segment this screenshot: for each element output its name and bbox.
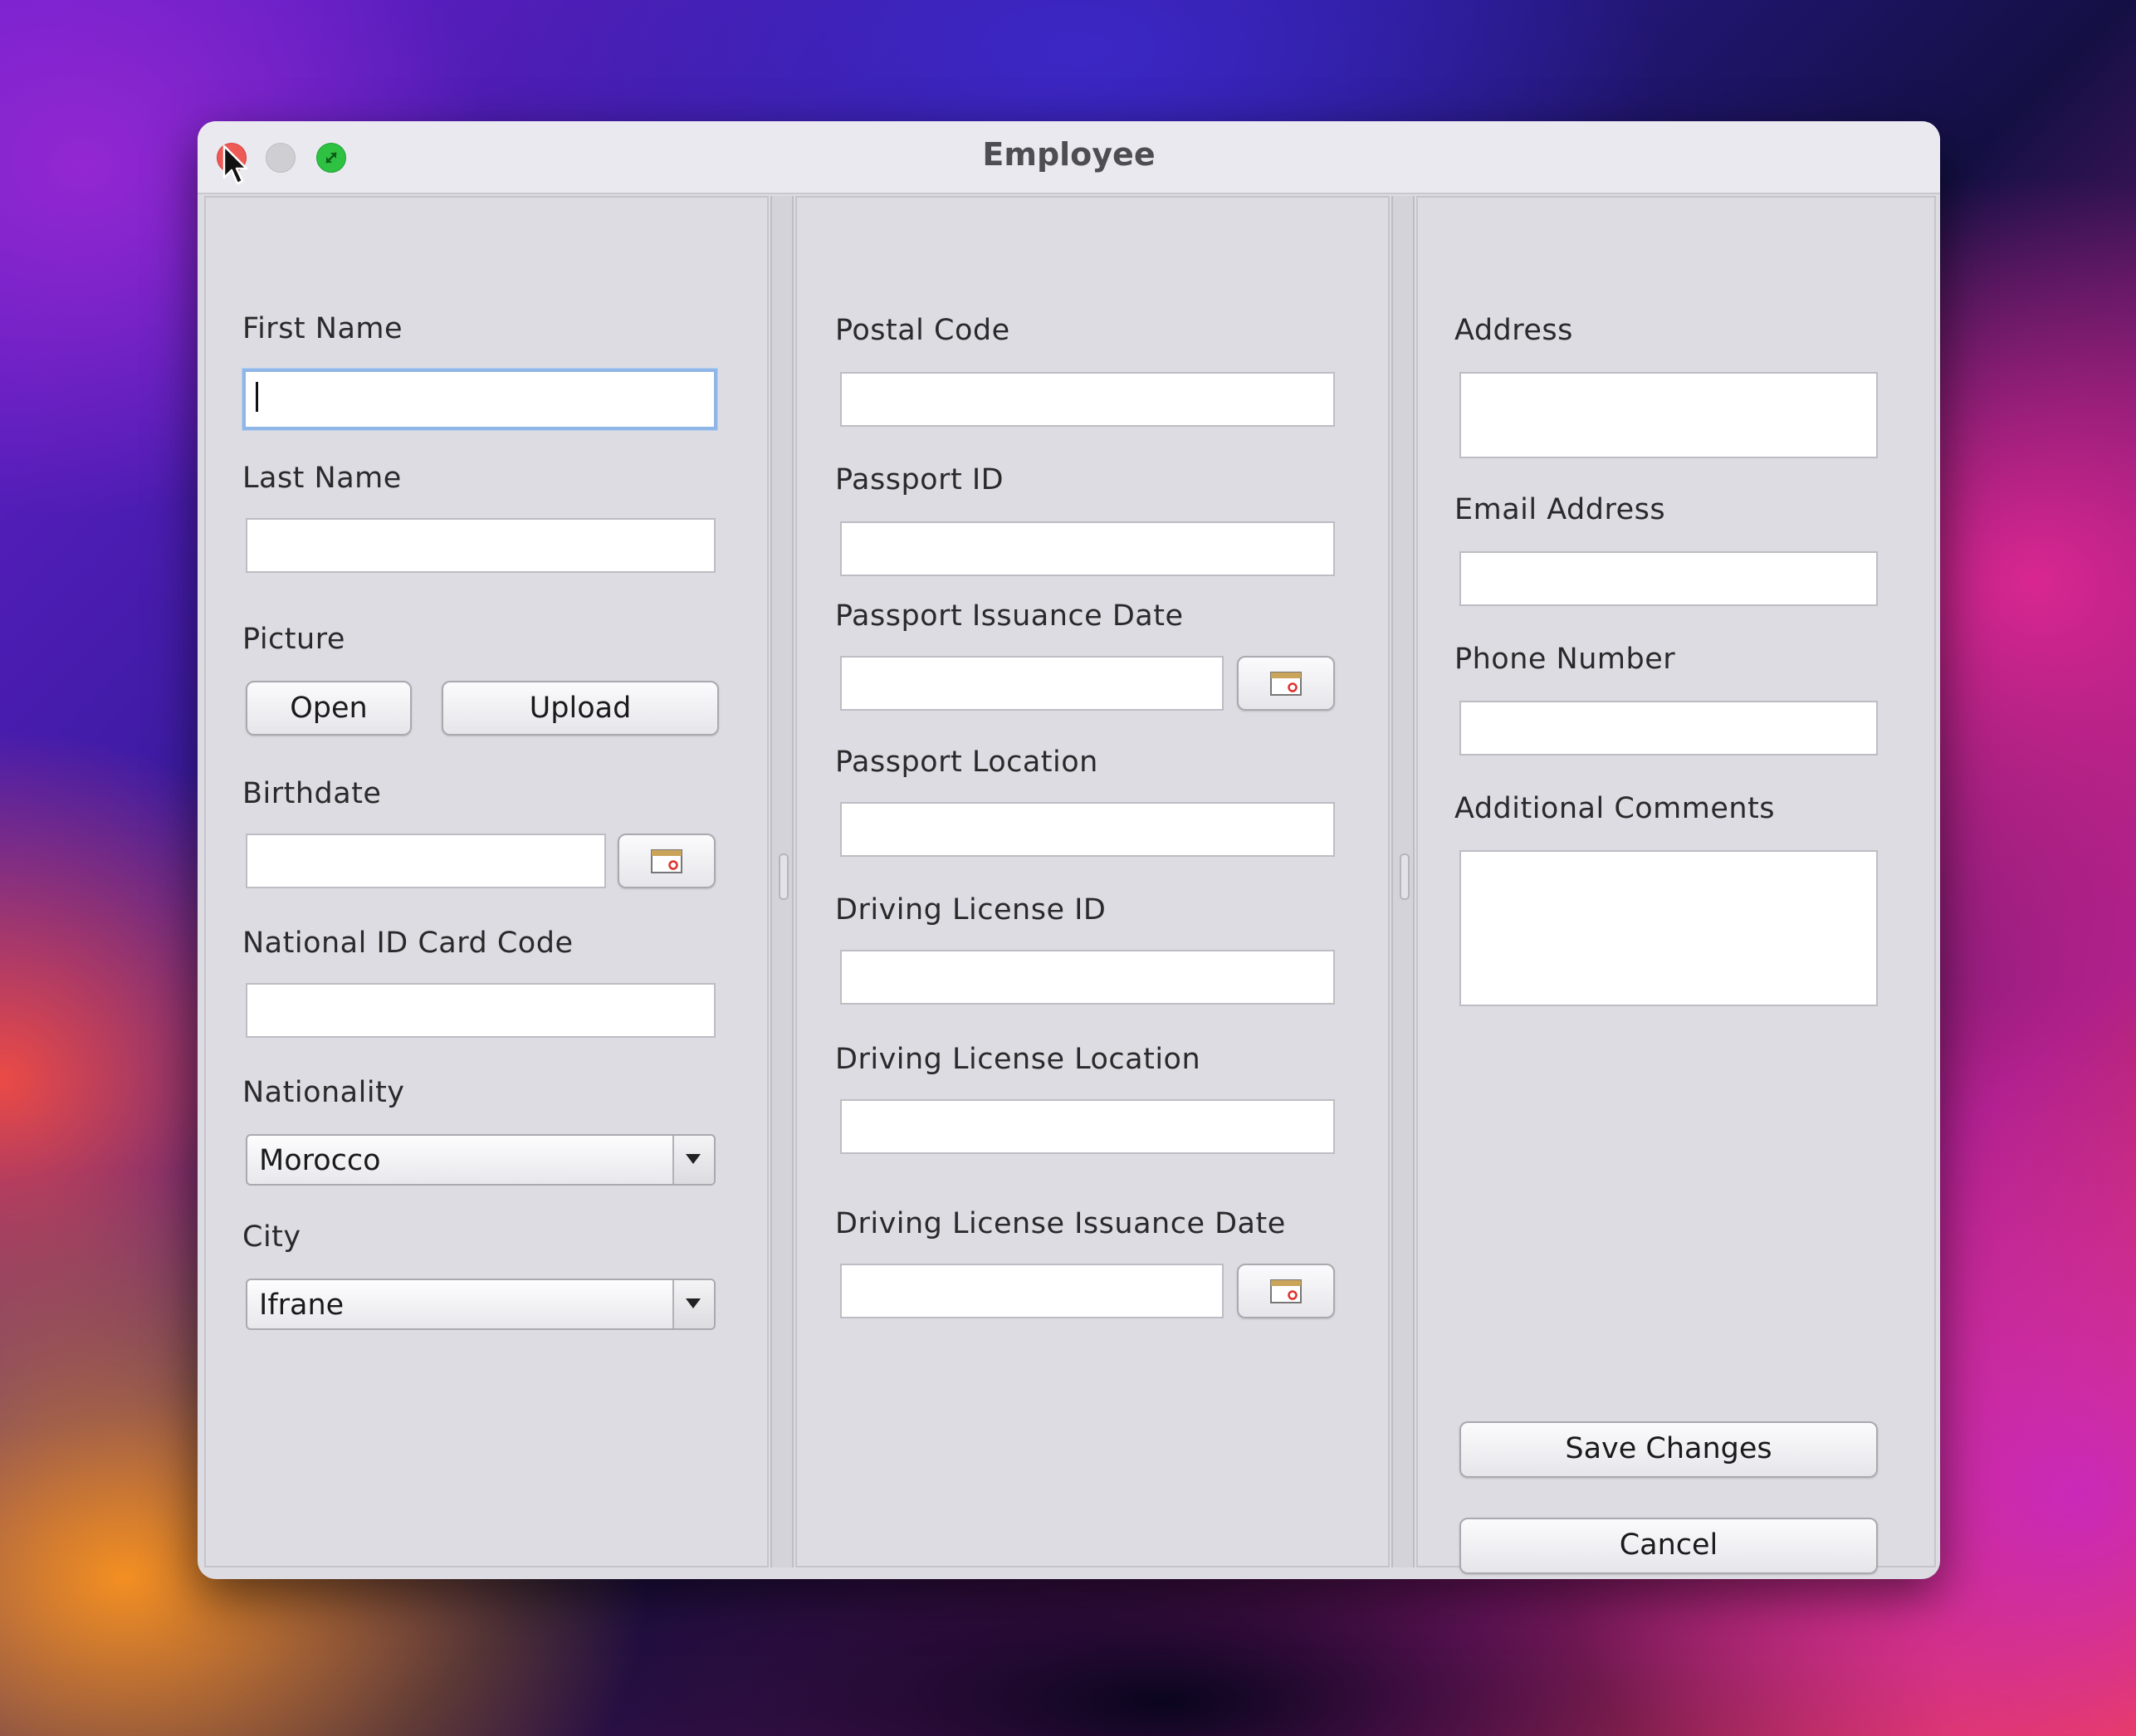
window-title: Employee	[982, 136, 1156, 173]
passport-issuance-date-label: Passport Issuance Date	[835, 599, 1184, 633]
national-id-label: National ID Card Code	[242, 927, 574, 960]
city-dropdown-arrow[interactable]	[672, 1280, 714, 1328]
driving-license-issuance-date-label: Driving License Issuance Date	[835, 1207, 1286, 1240]
cancel-button[interactable]: Cancel	[1459, 1518, 1878, 1574]
driving-license-issuance-date-field[interactable]	[840, 1264, 1224, 1318]
documents-panel: Postal Code Passport ID Passport Issuanc…	[795, 196, 1390, 1567]
mouse-cursor-icon	[222, 144, 248, 185]
postal-code-field[interactable]	[840, 372, 1335, 427]
driving-license-id-label: Driving License ID	[835, 893, 1107, 927]
nationality-label: Nationality	[242, 1076, 405, 1109]
nationality-dropdown-arrow[interactable]	[672, 1136, 714, 1184]
text-caret	[256, 382, 258, 412]
calendar-icon	[651, 849, 682, 873]
passport-issuance-date-field[interactable]	[840, 656, 1224, 711]
birthdate-label: Birthdate	[242, 777, 382, 810]
passport-id-field[interactable]	[840, 521, 1335, 576]
contact-panel: Address Email Address Phone Number Addit…	[1416, 196, 1936, 1574]
first-name-label: First Name	[242, 312, 403, 345]
split-pane-divider[interactable]	[1391, 196, 1415, 1567]
chevron-down-icon	[686, 1154, 701, 1164]
city-select[interactable]: Ifrane	[246, 1279, 716, 1330]
driving-license-id-field[interactable]	[840, 950, 1335, 1005]
national-id-field[interactable]	[246, 983, 716, 1038]
phone-number-label: Phone Number	[1454, 643, 1676, 676]
split-pane-divider[interactable]	[770, 196, 794, 1567]
postal-code-label: Postal Code	[835, 314, 1010, 347]
birthdate-field[interactable]	[246, 834, 606, 888]
divider-grip[interactable]	[1400, 853, 1410, 900]
calendar-icon	[1270, 672, 1302, 696]
nationality-value: Morocco	[259, 1144, 381, 1177]
driving-license-location-label: Driving License Location	[835, 1043, 1201, 1076]
picture-label: Picture	[242, 623, 345, 656]
title-bar[interactable]: Employee	[198, 121, 1940, 194]
personal-info-panel: First Name Last Name Picture Open Upload…	[204, 196, 769, 1567]
upload-picture-button[interactable]: Upload	[442, 681, 719, 736]
passport-id-label: Passport ID	[835, 463, 1004, 496]
save-changes-button[interactable]: Save Changes	[1459, 1421, 1878, 1478]
passport-location-field[interactable]	[840, 802, 1335, 857]
email-address-field[interactable]	[1459, 551, 1878, 606]
passport-issuance-calendar-button[interactable]	[1237, 656, 1335, 711]
open-picture-button[interactable]: Open	[246, 681, 412, 736]
phone-number-field[interactable]	[1459, 701, 1878, 756]
birthdate-calendar-button[interactable]	[618, 834, 716, 888]
passport-location-label: Passport Location	[835, 746, 1098, 779]
chevron-down-icon	[686, 1298, 701, 1308]
last-name-label: Last Name	[242, 462, 402, 495]
address-label: Address	[1454, 314, 1573, 347]
last-name-field[interactable]	[246, 518, 716, 573]
driving-license-issuance-calendar-button[interactable]	[1237, 1264, 1335, 1318]
employee-window: Employee First Name Last Name Picture Op…	[198, 121, 1940, 1579]
driving-license-location-field[interactable]	[840, 1099, 1335, 1154]
address-field[interactable]	[1459, 372, 1878, 458]
calendar-icon	[1270, 1279, 1302, 1303]
first-name-field[interactable]	[242, 369, 717, 430]
city-label: City	[242, 1220, 301, 1254]
nationality-select[interactable]: Morocco	[246, 1134, 716, 1186]
additional-comments-textarea[interactable]	[1459, 850, 1878, 1006]
additional-comments-label: Additional Comments	[1454, 792, 1776, 825]
city-value: Ifrane	[259, 1289, 345, 1322]
divider-grip[interactable]	[779, 853, 789, 900]
email-address-label: Email Address	[1454, 493, 1666, 526]
